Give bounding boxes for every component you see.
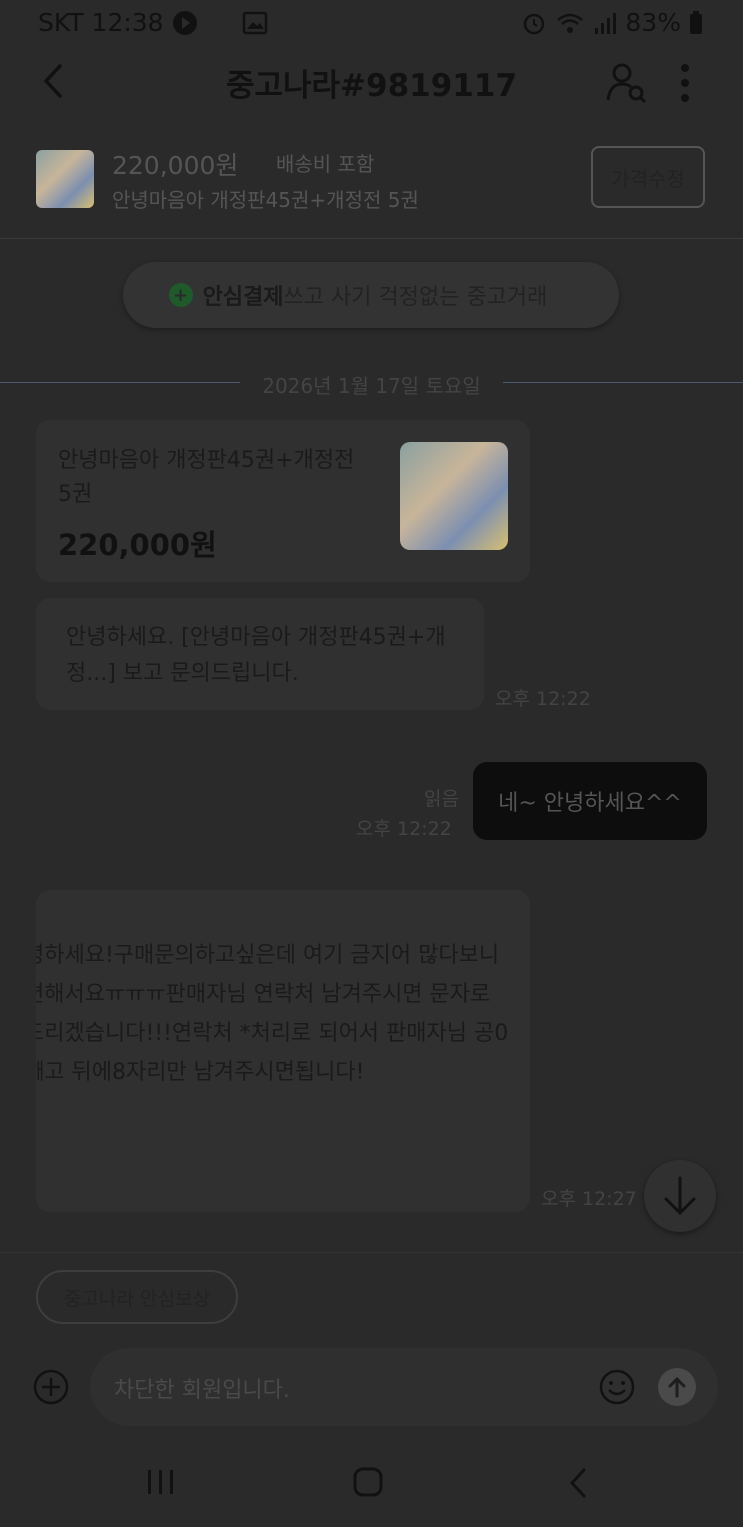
add-attachment-icon[interactable]: [32, 1368, 70, 1406]
input-placeholder: 차단한 회원입니다.: [114, 1378, 290, 1403]
battery-percent: 83%: [625, 8, 681, 37]
home-icon[interactable]: [352, 1466, 384, 1498]
play-notification-icon: [173, 11, 197, 35]
recent-apps-icon[interactable]: [146, 1468, 176, 1496]
date-text: 2026년 1월 17일 토요일: [262, 374, 481, 398]
product-summary-bar[interactable]: 220,000원 배송비 포함 안녕마음아 개정판45권+개정전 5권 가격수정: [0, 118, 743, 239]
image-notification-icon: [242, 11, 268, 35]
safe-payment-banner[interactable]: + 안심결제쓰고 사기 걱정없는 중고거래: [123, 262, 619, 328]
status-time: SKT 12:38: [38, 8, 164, 37]
chevron-right-icon: [560, 286, 571, 304]
product-price: 220,000원: [112, 151, 239, 180]
message-text: 안녕하세요. [안녕마음아 개정판45권+개정...] 보고 문의드립니다.: [66, 625, 446, 686]
safe-payment-text: 안심결제쓰고 사기 걱정없는 중고거래: [203, 279, 548, 311]
read-status: 읽음: [424, 788, 459, 810]
product-card-image: [400, 442, 508, 550]
wifi-icon: [557, 13, 584, 33]
status-bar: SKT 12:38 83%: [0, 0, 743, 48]
send-icon[interactable]: [658, 1368, 696, 1406]
plus-icon: +: [168, 283, 193, 307]
safe-compensation-chip[interactable]: 중고나라 안심보상: [36, 1270, 238, 1324]
message-bubble-sent: 네~ 안녕하세요^^: [473, 762, 707, 840]
edit-price-button[interactable]: 가격수정: [591, 146, 705, 208]
message-input[interactable]: 차단한 회원입니다.: [90, 1348, 718, 1426]
product-card-message[interactable]: 안녕마음아 개정판45권+개정전 5권 220,000원: [36, 420, 530, 582]
signal-icon: [595, 12, 617, 34]
alarm-icon: [524, 13, 545, 34]
arrow-down-icon: [664, 1176, 696, 1216]
system-navigation-bar: [0, 1440, 743, 1527]
message-line: 빼고 뒤에8자리만 남겨주시면됩니다!: [36, 1060, 365, 1085]
message-bubble-received: 안녕하세요. [안녕마음아 개정판45권+개정...] 보고 문의드립니다.: [36, 598, 484, 710]
product-card-price: 220,000원: [58, 528, 217, 562]
user-search-icon[interactable]: [604, 60, 648, 104]
product-thumbnail: [36, 150, 94, 208]
safe-payment-bold: 안심결제: [202, 285, 284, 310]
date-divider: 2026년 1월 17일 토요일: [0, 374, 743, 398]
safe-payment-rest: 쓰고 사기 걱정없는 중고거래: [283, 285, 548, 310]
message-time: 오후 12:22: [495, 688, 591, 710]
message-time: 오후 12:27: [541, 1188, 637, 1210]
status-right: 83%: [521, 8, 703, 37]
message-line: 드리겠습니다!!!연락처 *처리로 되어서 판매자님 공0: [36, 1021, 509, 1046]
message-time: 오후 12:22: [356, 818, 452, 840]
product-title: 안녕마음아 개정판45권+개정전 5권: [112, 188, 419, 212]
scroll-to-bottom-button[interactable]: [644, 1160, 716, 1232]
message-bubble-received: 녕하세요!구매문의하고싶은데 여기 금지어 많다보니 편해서요ㅠㅠㅠ판매자님 연…: [36, 890, 530, 1212]
shipping-info: 배송비 포함: [276, 152, 375, 176]
battery-icon: [690, 10, 702, 34]
more-options-icon[interactable]: [670, 58, 700, 108]
footer-divider: [0, 1252, 743, 1253]
message-line: 녕하세요!구매문의하고싶은데 여기 금지어 많다보니: [36, 943, 500, 968]
message-line: 편해서요ㅠㅠㅠ판매자님 연락처 남겨주시면 문자로: [36, 982, 491, 1007]
message-text: 녕하세요!구매문의하고싶은데 여기 금지어 많다보니 편해서요ㅠㅠㅠ판매자님 연…: [36, 936, 530, 1092]
chat-header: 중고나라#9819117: [0, 48, 743, 116]
emoji-icon[interactable]: [598, 1368, 636, 1406]
nav-back-icon[interactable]: [566, 1466, 590, 1500]
product-card-title: 안녕마음아 개정판45권+개정전 5권: [58, 448, 355, 507]
